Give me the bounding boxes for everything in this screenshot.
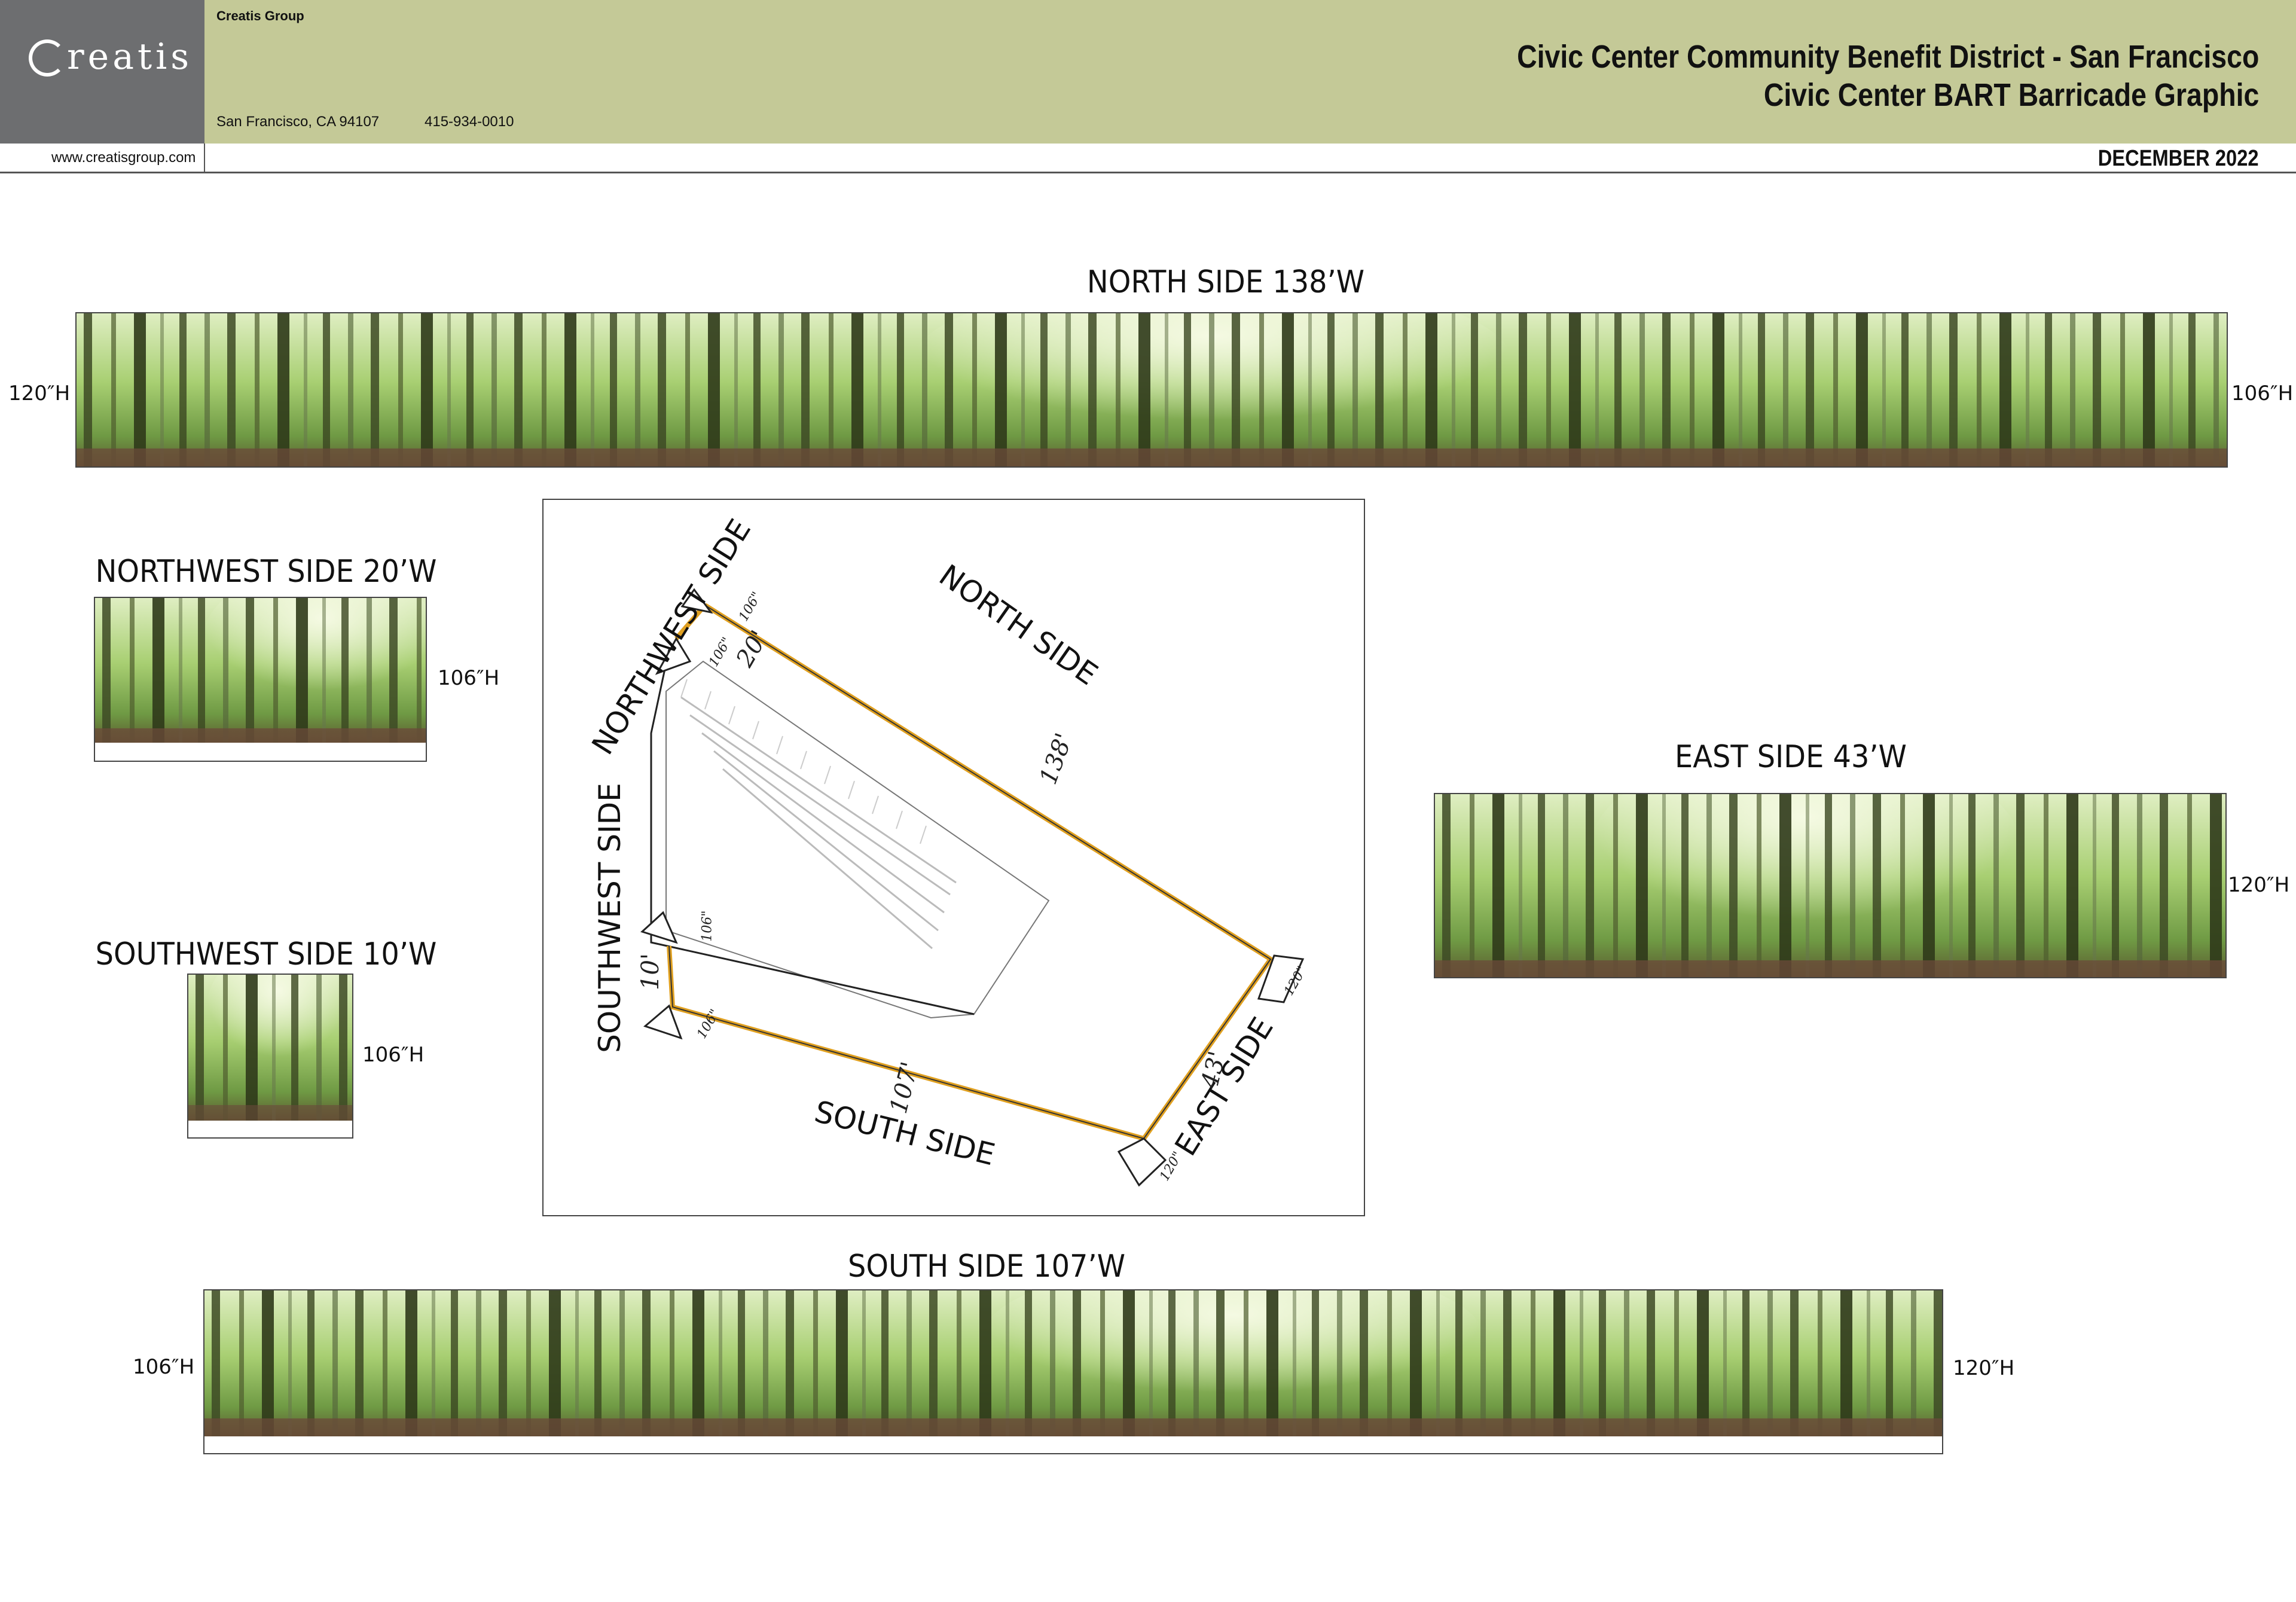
creatis-logo-icon <box>29 39 66 77</box>
east-panel-label: EAST SIDE 43’W <box>1675 739 1907 775</box>
forest-photo-icon <box>204 1290 1942 1436</box>
document-date: DECEMBER 2022 <box>2098 146 2259 171</box>
website-link[interactable]: www.creatisgroup.com <box>51 149 196 166</box>
south-panel-label: SOUTH SIDE 107’W <box>847 1249 1125 1284</box>
southwest-panel <box>187 974 353 1139</box>
east-panel <box>1434 793 2227 978</box>
plan-label-southwest: SOUTHWEST SIDE <box>592 783 627 1053</box>
east-right-height: 120″H <box>2228 873 2290 897</box>
logo-box: reatis <box>0 0 204 144</box>
corner-mark-106: 106" <box>700 910 715 942</box>
north-right-height: 106″H <box>2231 382 2294 405</box>
forest-photo-icon <box>188 975 352 1121</box>
northwest-panel-label: NORTHWEST SIDE 20’W <box>95 554 437 590</box>
address: San Francisco, CA 94107 <box>216 114 380 130</box>
northwest-right-height: 106″H <box>438 666 500 690</box>
site-plan-frame: NORTH SIDE NORTHWEST SIDE SOUTHWEST SIDE… <box>542 499 1365 1216</box>
north-panel <box>75 312 2228 468</box>
north-panel-label: NORTH SIDE 138’W <box>1086 264 1365 300</box>
logo-text: reatis <box>67 36 193 78</box>
document-title: Civic Center Community Benefit District … <box>1516 39 2259 75</box>
forest-photo-icon <box>95 598 426 743</box>
forest-photo-icon <box>77 313 2227 466</box>
northwest-panel <box>94 597 427 762</box>
southwest-length: 10' <box>636 953 664 990</box>
company-name: Creatis Group <box>216 8 304 23</box>
header-rule <box>0 172 2296 173</box>
document-subtitle: Civic Center BART Barricade Graphic <box>1763 77 2259 113</box>
south-right-height: 120″H <box>1953 1356 2015 1380</box>
southwest-right-height: 106″H <box>362 1043 425 1067</box>
north-left-height: 120″H <box>8 382 71 405</box>
south-panel <box>203 1289 1943 1454</box>
site-plan-drawing <box>640 588 1305 1187</box>
south-left-height: 106″H <box>133 1355 195 1379</box>
header-divider <box>204 144 205 172</box>
southwest-panel-label: SOUTHWEST SIDE 10’W <box>95 936 437 972</box>
phone-number: 415-934-0010 <box>425 114 514 130</box>
forest-photo-icon <box>1435 794 2225 977</box>
